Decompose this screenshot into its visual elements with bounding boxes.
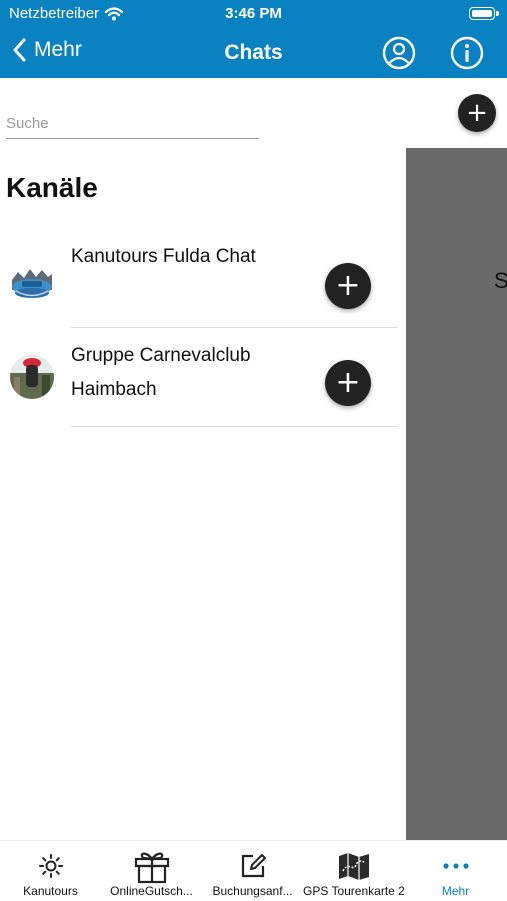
divider [71, 426, 398, 427]
tab-label: Mehr [441, 884, 470, 898]
search-input[interactable] [6, 108, 259, 139]
edit-icon [241, 854, 266, 878]
status-bar: Netzbetreiber 3:46 PM [0, 0, 507, 28]
user-circle-icon [382, 36, 416, 70]
profile-button[interactable] [381, 35, 417, 71]
nav-bar: Mehr Chats [0, 30, 507, 76]
gift-icon [134, 852, 169, 884]
channel-name: Kanutours Fulda Chat [71, 246, 256, 267]
plus-icon: + [335, 268, 361, 303]
info-button[interactable] [449, 35, 485, 71]
tab-onlinegutschein[interactable]: OnlineGutsch... [101, 841, 202, 901]
battery-icon [469, 7, 499, 20]
tab-gps-tourenkarte[interactable]: GPS Tourenkarte 2021 [303, 841, 404, 901]
more-dots-icon [442, 863, 469, 869]
carnevalclub-photo-avatar [10, 355, 54, 399]
sun-icon [38, 854, 63, 878]
tab-kanutours[interactable]: Kanutours [0, 841, 101, 901]
channel-item[interactable]: Gruppe Carnevalclub Haimbach + [0, 329, 400, 427]
app-header: Netzbetreiber 3:46 PM Mehr Chats [0, 0, 507, 78]
tab-label: Kanutours [23, 884, 78, 898]
status-time: 3:46 PM [225, 5, 282, 22]
section-title: Kanäle [6, 172, 98, 203]
join-channel-button[interactable]: + [325, 263, 371, 309]
plus-icon: + [466, 98, 488, 128]
search-container [6, 108, 259, 139]
add-channel-button[interactable]: + [458, 94, 496, 132]
channel-name: Gruppe Carnevalclub Haimbach [71, 345, 251, 400]
info-circle-icon [450, 36, 484, 70]
channel-item[interactable]: Kanutours Fulda Chat + [0, 232, 400, 328]
side-panel[interactable]: S [406, 148, 507, 840]
divider [71, 327, 398, 328]
tab-mehr[interactable]: Mehr [405, 841, 506, 901]
tab-bar: Kanutours OnlineGutsch... Buchungsanf... [0, 840, 507, 901]
tab-label: Buchungsanf... [212, 884, 293, 898]
kanutours-logo-avatar [10, 260, 54, 304]
side-panel-text: S [494, 268, 507, 293]
join-channel-button[interactable]: + [325, 360, 371, 406]
tab-label: OnlineGutsch... [110, 884, 193, 898]
page-title: Chats [224, 41, 283, 64]
tab-label: GPS Tourenkarte 2021 [303, 884, 404, 898]
tab-buchungsanfrage[interactable]: Buchungsanf... [202, 841, 303, 901]
map-icon [338, 853, 369, 880]
plus-icon: + [335, 365, 361, 400]
